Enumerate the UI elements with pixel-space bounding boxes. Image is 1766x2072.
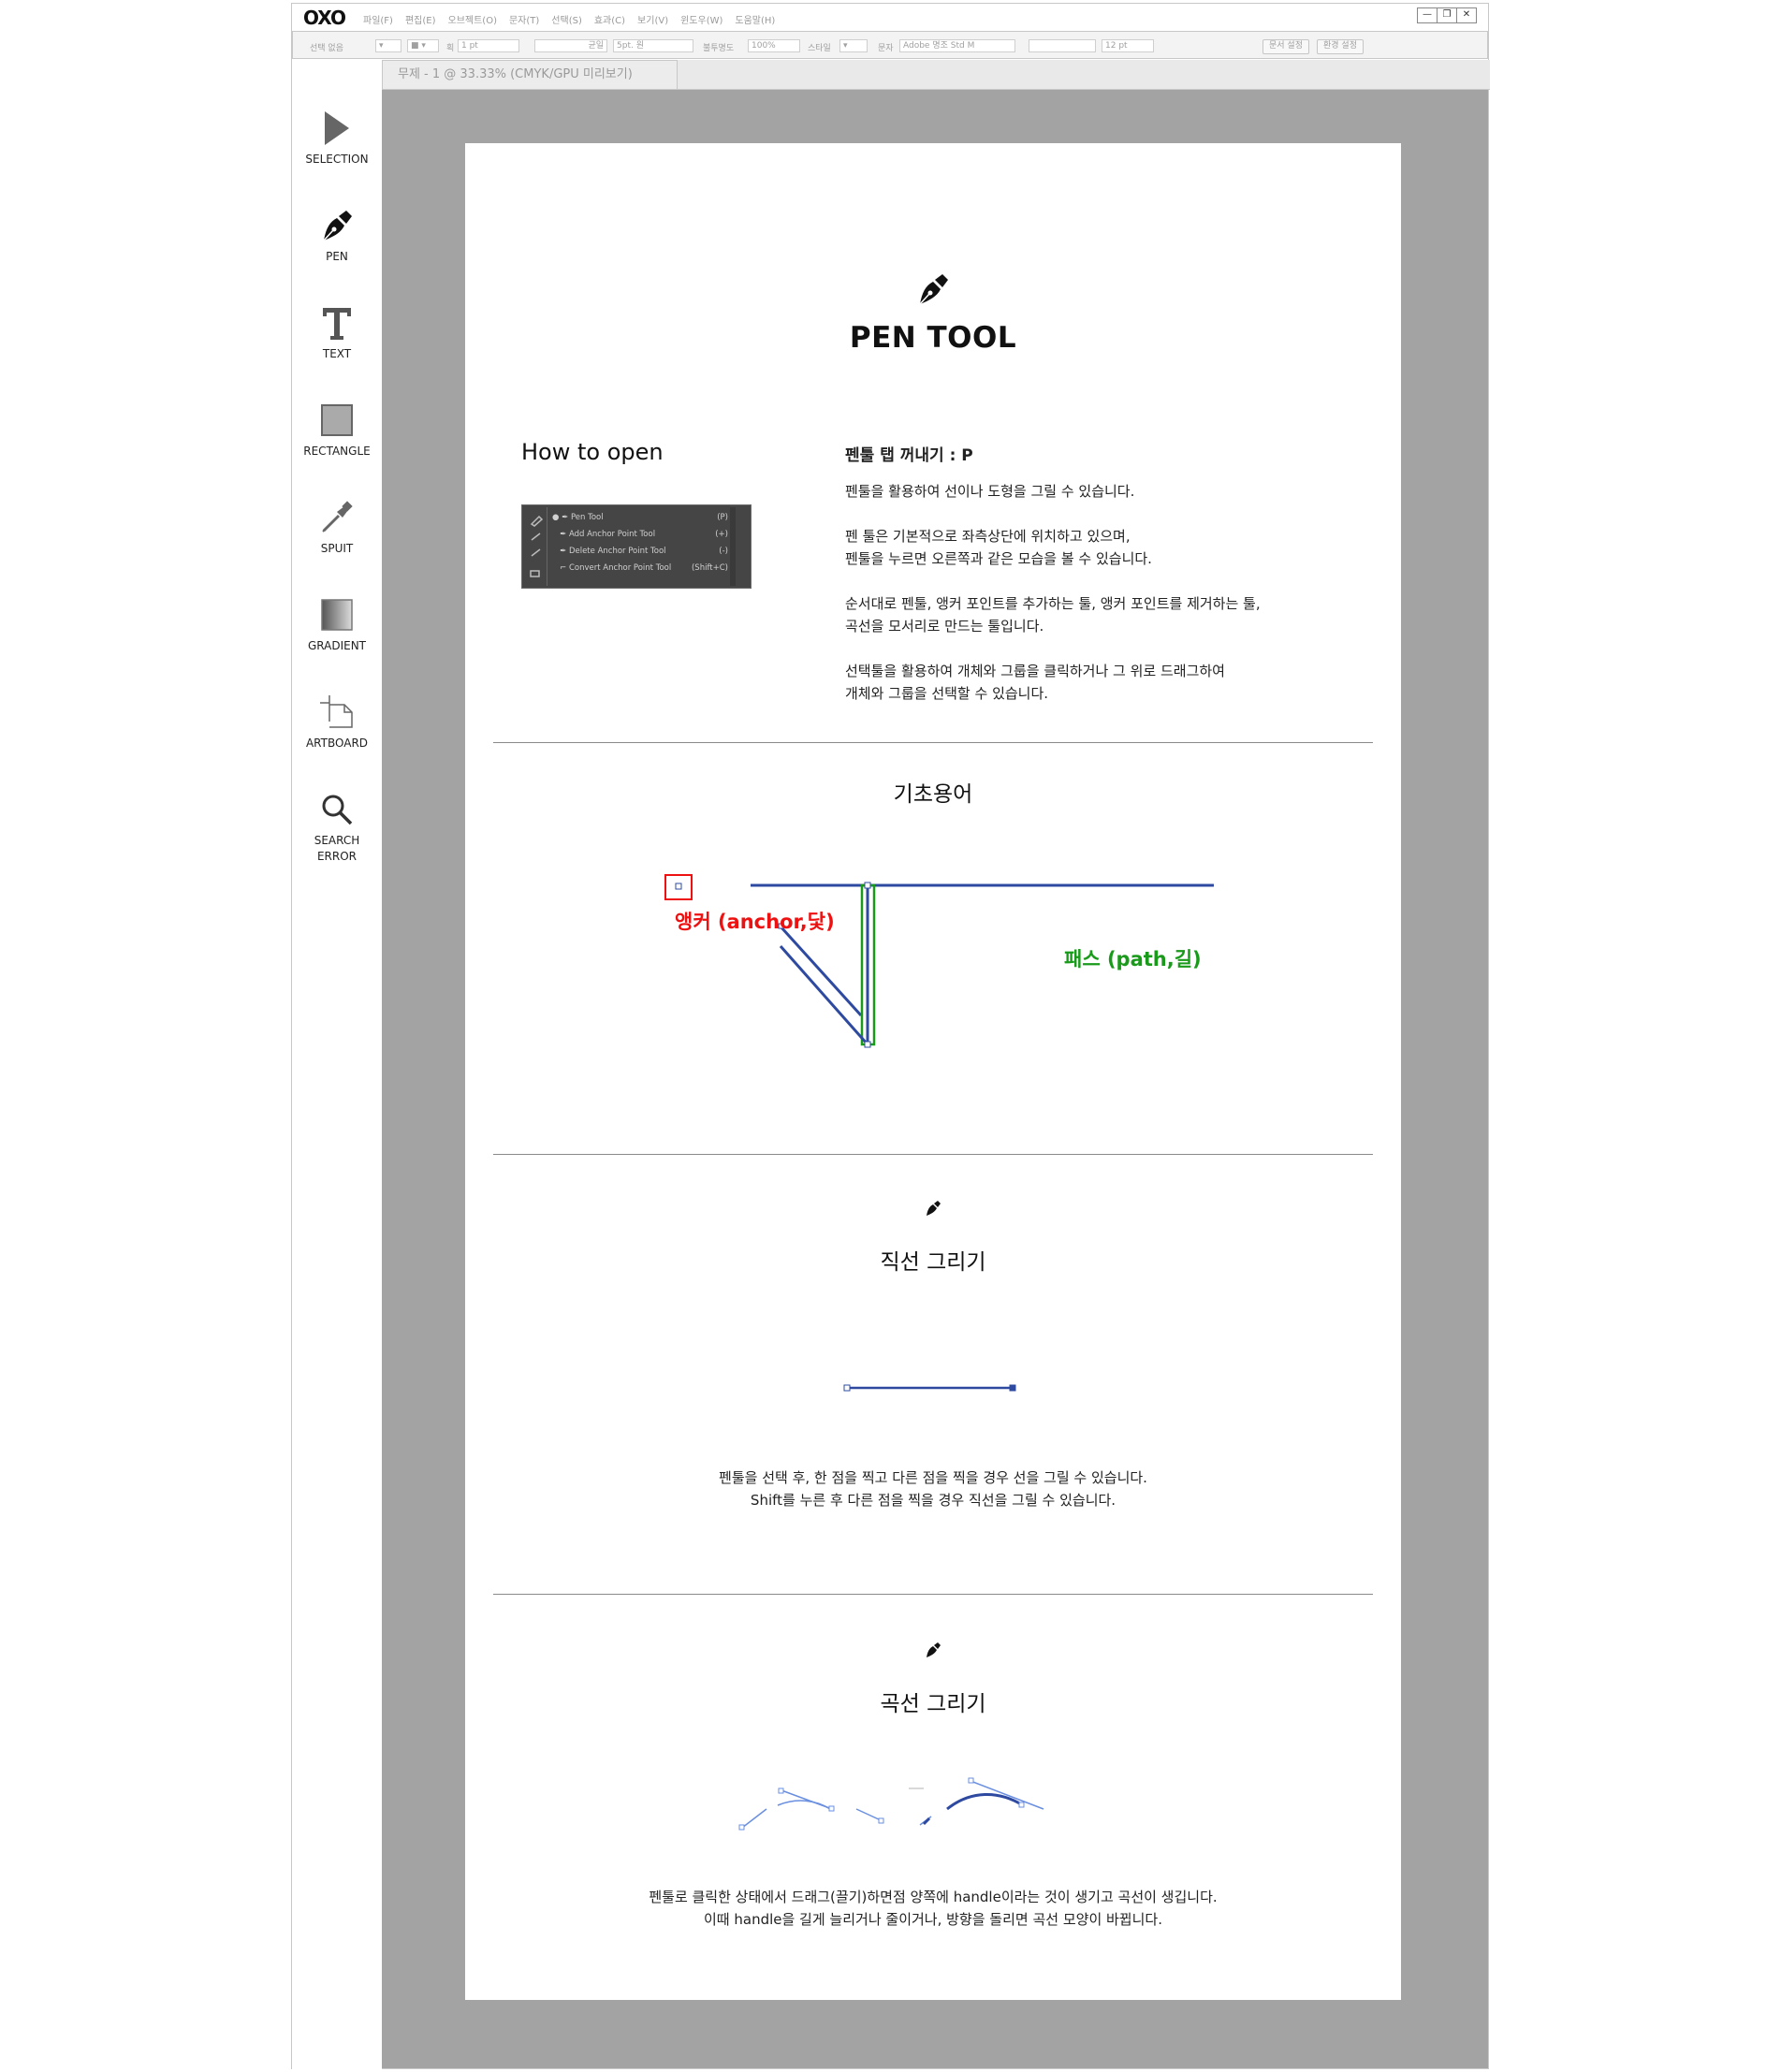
curve-desc-2: 이때 handle을 길게 늘리거나 줄이거나, 방향을 돌리면 곡선 모양이 … <box>704 1911 1162 1928</box>
tool-label: PEN <box>326 250 348 263</box>
style-label: 스타일 <box>808 44 831 53</box>
stroke-label: 획 <box>446 44 455 53</box>
close-button[interactable]: ✕ <box>1456 7 1477 23</box>
menu-help[interactable]: 도움말(H) <box>735 12 775 26</box>
selection-status: 선택 없음 <box>310 44 343 53</box>
tool-label: RECTANGLE <box>303 445 371 458</box>
section-divider <box>493 1154 1373 1155</box>
menu-effect[interactable]: 효과(C) <box>594 12 625 26</box>
page-title: PEN TOOL <box>849 321 1017 355</box>
tab-strip <box>678 60 1490 90</box>
eyedropper-icon <box>292 494 382 541</box>
magnifier-icon <box>292 786 382 833</box>
paragraph: 선택툴을 활용하여 개체와 그룹을 클릭하거나 그 위로 드래그하여 <box>845 663 1225 679</box>
menu-bar: OXO 파일(F) 편집(E) 오브젝트(O) 문자(T) 선택(S) 효과(C… <box>292 4 1488 30</box>
section-divider <box>493 1594 1373 1595</box>
fill-swatch[interactable]: ▾ <box>375 39 401 52</box>
tool-text[interactable]: TEXT <box>292 299 382 362</box>
type-t-icon <box>292 299 382 346</box>
curve-diagram <box>738 1777 1044 1831</box>
curve-desc-1: 펜툴로 클릭한 상태에서 드래그(끌기)하면점 양쪽에 handle이라는 것이… <box>649 1889 1218 1905</box>
font-style-select[interactable] <box>1029 39 1096 52</box>
stroke-swatch[interactable]: ■ ▾ <box>407 39 439 52</box>
preferences-button[interactable]: 환경 설정 <box>1317 39 1364 54</box>
section-pen-icon <box>465 1641 1401 1663</box>
tool-label: SELECTION <box>305 153 369 166</box>
window-controls: — ❐ ✕ <box>1417 7 1477 23</box>
menu-type[interactable]: 문자(T) <box>509 12 539 26</box>
how-to-open-text: 펜툴 탭 꺼내기 : P 펜툴을 활용하여 선이나 도형을 그릴 수 있습니다.… <box>845 445 1369 705</box>
menu-select[interactable]: 선택(S) <box>551 12 582 26</box>
tool-spuit[interactable]: SPUIT <box>292 494 382 557</box>
tool-artboard[interactable]: ARTBOARD <box>292 689 382 751</box>
menu-list: 파일(F) 편집(E) 오브젝트(O) 문자(T) 선택(S) 효과(C) 보기… <box>363 12 775 26</box>
paragraph: 펜 툴은 기본적으로 좌측상단에 위치하고 있으며, <box>845 528 1131 545</box>
font-label: 문자 <box>878 44 894 53</box>
tool-search-error[interactable]: SEARCH ERROR <box>292 786 382 865</box>
stroke-style-select[interactable]: 균일 <box>534 39 607 52</box>
tool-label: TEXT <box>322 347 352 360</box>
title-pen-icon <box>465 270 1401 312</box>
shortcut-heading: 펜툴 탭 꺼내기 : P <box>845 446 973 465</box>
gradient-square-icon <box>292 591 382 638</box>
canvas-area[interactable]: PEN TOOL How to open ● ✒ Pen Tool (P) ✒ A… <box>382 90 1488 2068</box>
app-window: OXO 파일(F) 편집(E) 오브젝트(O) 문자(T) 선택(S) 효과(C… <box>291 3 1490 2070</box>
menu-object[interactable]: 오브젝트(O) <box>448 12 497 26</box>
menu-edit[interactable]: 편집(E) <box>405 12 436 26</box>
stroke-weight-field[interactable]: 1 pt <box>458 39 519 52</box>
section-pen-icon <box>465 1199 1401 1221</box>
anchor-label: 앵커 (anchor,닻) <box>675 911 835 933</box>
paragraph: 순서대로 펜툴, 앵커 포인트를 추가하는 툴, 앵커 포인트를 제거하는 툴, <box>845 595 1261 612</box>
artboard[interactable]: PEN TOOL How to open ● ✒ Pen Tool (P) ✒ A… <box>465 143 1401 2000</box>
style-select[interactable]: ▾ <box>839 39 868 52</box>
font-select[interactable]: Adobe 명조 Std M <box>899 39 1015 52</box>
arrow-cursor-icon <box>292 105 382 152</box>
tool-label: SEARCH ERROR <box>314 834 360 863</box>
menu-window[interactable]: 윈도우(W) <box>680 12 722 26</box>
opacity-field[interactable]: 100% <box>748 39 800 52</box>
basics-heading: 기초용어 <box>893 782 973 807</box>
tool-pen[interactable]: PEN <box>292 202 382 265</box>
tool-selection[interactable]: SELECTION <box>292 105 382 168</box>
square-icon <box>292 397 382 444</box>
paragraph: 펜툴을 누르면 오른쪽과 같은 모습을 볼 수 있습니다. <box>845 550 1152 567</box>
path-label: 패스 (path,길) <box>1064 948 1202 970</box>
paragraph: 개체와 그룹을 선택할 수 있습니다. <box>845 685 1049 702</box>
font-size-field[interactable]: 12 pt <box>1102 39 1154 52</box>
pen-nib-icon <box>292 202 382 249</box>
opacity-label: 불투명도 <box>703 44 735 53</box>
how-to-open-heading: How to open <box>521 439 664 465</box>
tools-panel: SELECTION PEN TEXT RECTANGLE SPUIT GRADI… <box>292 60 382 2070</box>
pen-tool-menu-image: ● ✒ Pen Tool (P) ✒ Add Anchor Point Tool(… <box>521 504 752 589</box>
minimize-button[interactable]: — <box>1417 7 1438 23</box>
tool-label: ARTBOARD <box>305 737 369 750</box>
app-logo: OXO <box>303 7 346 29</box>
menu-item-add-anchor: ✒ Add Anchor Point Tool (+) <box>552 530 728 539</box>
paragraph: 곡선을 모서리로 만드는 툴입니다. <box>845 618 1044 635</box>
tool-gradient[interactable]: GRADIENT <box>292 591 382 654</box>
tool-label: SPUIT <box>320 542 354 555</box>
tool-label: GRADIENT <box>307 639 367 652</box>
straight-line-diagram <box>843 1384 1016 1392</box>
doc-setup-button[interactable]: 문서 설정 <box>1262 39 1309 54</box>
straight-heading: 직선 그리기 <box>880 1250 986 1275</box>
paragraph: 펜툴을 활용하여 선이나 도형을 그릴 수 있습니다. <box>845 483 1135 500</box>
document-tab[interactable]: 무제 - 1 @ 33.33% (CMYK/GPU 미리보기) <box>382 60 678 90</box>
menu-item-delete-anchor: ✒ Delete Anchor Point Tool (-) <box>552 547 728 556</box>
menu-item-pen-tool: ● ✒ Pen Tool (P) <box>552 513 728 522</box>
menu-view[interactable]: 보기(V) <box>637 12 668 26</box>
straight-desc-2: Shift를 누른 후 다른 점을 찍을 경우 직선을 그릴 수 있습니다. <box>750 1492 1117 1509</box>
curve-heading: 곡선 그리기 <box>880 1692 986 1716</box>
tool-rectangle[interactable]: RECTANGLE <box>292 397 382 460</box>
brush-select[interactable]: 5pt. 원 <box>613 39 693 52</box>
menu-item-convert-anchor: ⌐ Convert Anchor Point Tool (Shift+C) <box>552 563 728 573</box>
restore-button[interactable]: ❐ <box>1437 7 1457 23</box>
control-bar: 선택 없음 ▾ ■ ▾ 획 1 pt 균일 5pt. 원 불투명도 100% 스… <box>292 31 1488 59</box>
artboard-icon <box>292 689 382 736</box>
straight-desc-1: 펜툴을 선택 후, 한 점을 찍고 다른 점을 찍을 경우 선을 그릴 수 있습… <box>719 1469 1147 1486</box>
section-divider <box>493 742 1373 743</box>
menu-file[interactable]: 파일(F) <box>363 12 393 26</box>
